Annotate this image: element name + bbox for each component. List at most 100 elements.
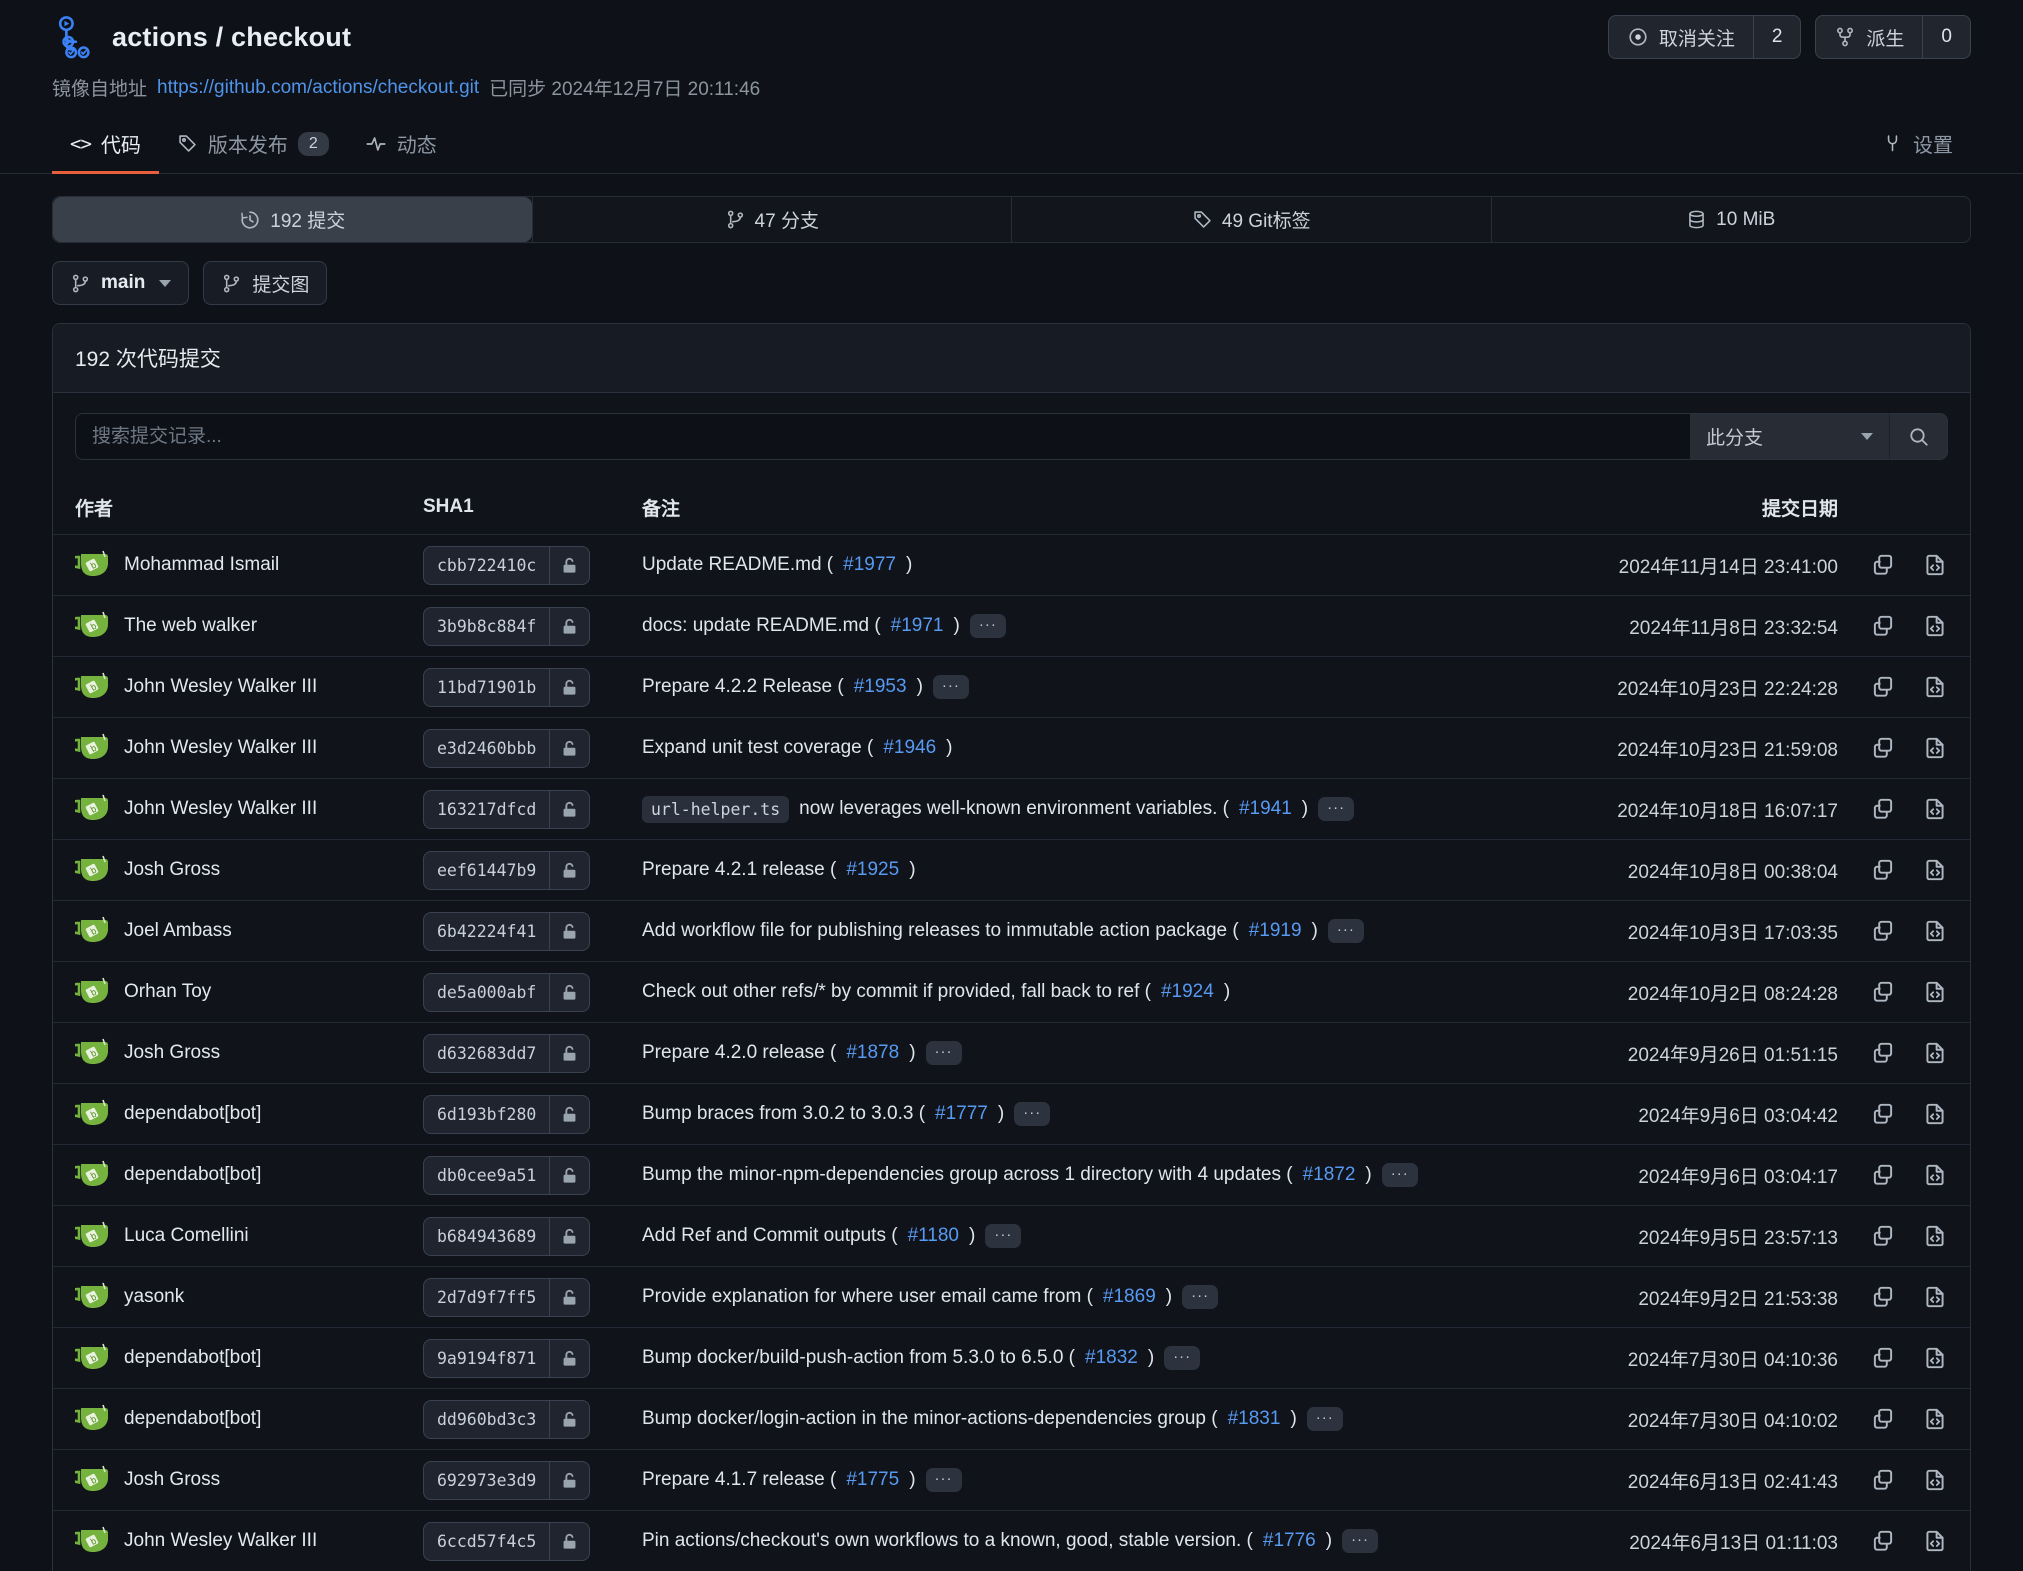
copy-sha-button[interactable]: [1870, 613, 1896, 639]
commit-author[interactable]: Mohammad Ismail: [124, 554, 279, 576]
pr-link[interactable]: #1946: [883, 737, 936, 759]
commit-sha[interactable]: 6ccd57f4c5: [424, 1523, 549, 1560]
copy-sha-button[interactable]: [1870, 979, 1896, 1005]
commit-sha[interactable]: 163217dfcd: [424, 791, 549, 828]
expand-message-button[interactable]: ···: [1182, 1285, 1218, 1309]
expand-message-button[interactable]: ···: [926, 1468, 962, 1492]
copy-sha-button[interactable]: [1870, 735, 1896, 761]
commit-author[interactable]: dependabot[bot]: [124, 1347, 261, 1369]
view-file-at-commit-button[interactable]: [1922, 1406, 1948, 1432]
tab-code[interactable]: <> 代码: [52, 115, 159, 173]
commit-sha-badge[interactable]: 3b9b8c884f: [423, 607, 590, 646]
pr-link[interactable]: #1872: [1303, 1164, 1356, 1186]
unwatch-button[interactable]: 取消关注 2: [1608, 15, 1802, 59]
commit-sha[interactable]: 6d193bf280: [424, 1096, 549, 1133]
commit-sha[interactable]: dd960bd3c3: [424, 1401, 549, 1438]
commit-sha[interactable]: 11bd71901b: [424, 669, 549, 706]
copy-sha-button[interactable]: [1870, 1162, 1896, 1188]
copy-sha-button[interactable]: [1870, 1040, 1896, 1066]
fork-count[interactable]: 0: [1922, 16, 1970, 58]
commit-sha-badge[interactable]: 11bd71901b: [423, 668, 590, 707]
expand-message-button[interactable]: ···: [926, 1041, 962, 1065]
commit-sha-badge[interactable]: cbb722410c: [423, 546, 590, 585]
view-file-at-commit-button[interactable]: [1922, 1345, 1948, 1371]
branch-scope-select[interactable]: 此分支: [1690, 413, 1890, 460]
commit-sha-badge[interactable]: 6ccd57f4c5: [423, 1522, 590, 1561]
pr-link[interactable]: #1775: [846, 1469, 899, 1491]
expand-message-button[interactable]: ···: [1307, 1407, 1343, 1431]
copy-sha-button[interactable]: [1870, 1101, 1896, 1127]
view-file-at-commit-button[interactable]: [1922, 1223, 1948, 1249]
commit-sha-badge[interactable]: e3d2460bbb: [423, 729, 590, 768]
commit-author[interactable]: Josh Gross: [124, 1469, 220, 1491]
commit-sha-badge[interactable]: 2d7d9f7ff5: [423, 1278, 590, 1317]
copy-sha-button[interactable]: [1870, 674, 1896, 700]
commit-sha[interactable]: b684943689: [424, 1218, 549, 1255]
commit-sha-badge[interactable]: eef61447b9: [423, 851, 590, 890]
copy-sha-button[interactable]: [1870, 1467, 1896, 1493]
commit-author[interactable]: Orhan Toy: [124, 981, 211, 1003]
commit-sha[interactable]: 9a9194f871: [424, 1340, 549, 1377]
commit-sha[interactable]: de5a000abf: [424, 974, 549, 1011]
commit-author[interactable]: Josh Gross: [124, 1042, 220, 1064]
tab-activity[interactable]: 动态: [347, 115, 455, 173]
expand-message-button[interactable]: ···: [1318, 797, 1354, 821]
pr-link[interactable]: #1831: [1228, 1408, 1281, 1430]
expand-message-button[interactable]: ···: [1014, 1102, 1050, 1126]
copy-sha-button[interactable]: [1870, 796, 1896, 822]
view-file-at-commit-button[interactable]: [1922, 735, 1948, 761]
commit-author[interactable]: Josh Gross: [124, 859, 220, 881]
commit-author[interactable]: yasonk: [124, 1286, 184, 1308]
expand-message-button[interactable]: ···: [1342, 1529, 1378, 1553]
stat-size[interactable]: 10 MiB: [1491, 197, 1971, 242]
view-file-at-commit-button[interactable]: [1922, 918, 1948, 944]
commit-sha[interactable]: eef61447b9: [424, 852, 549, 889]
pr-link[interactable]: #1776: [1263, 1530, 1316, 1552]
stat-branches[interactable]: 47 分支: [532, 197, 1012, 242]
pr-link[interactable]: #1869: [1103, 1286, 1156, 1308]
commit-sha-badge[interactable]: d632683dd7: [423, 1034, 590, 1073]
commit-sha[interactable]: 3b9b8c884f: [424, 608, 549, 645]
commit-graph-button[interactable]: 提交图: [203, 261, 327, 305]
tab-releases[interactable]: 版本发布 2: [159, 115, 347, 173]
copy-sha-button[interactable]: [1870, 918, 1896, 944]
pr-link[interactable]: #1180: [908, 1225, 959, 1247]
view-file-at-commit-button[interactable]: [1922, 1528, 1948, 1554]
view-file-at-commit-button[interactable]: [1922, 674, 1948, 700]
pr-link[interactable]: #1832: [1085, 1347, 1138, 1369]
expand-message-button[interactable]: ···: [985, 1224, 1021, 1248]
view-file-at-commit-button[interactable]: [1922, 1284, 1948, 1310]
commit-author[interactable]: John Wesley Walker III: [124, 1530, 317, 1552]
view-file-at-commit-button[interactable]: [1922, 1467, 1948, 1493]
view-file-at-commit-button[interactable]: [1922, 613, 1948, 639]
pr-link[interactable]: #1919: [1249, 920, 1302, 942]
tab-settings[interactable]: 设置: [1864, 115, 1971, 173]
search-button[interactable]: [1890, 413, 1948, 460]
commit-sha-badge[interactable]: b684943689: [423, 1217, 590, 1256]
expand-message-button[interactable]: ···: [1382, 1163, 1418, 1187]
commit-sha[interactable]: e3d2460bbb: [424, 730, 549, 767]
copy-sha-button[interactable]: [1870, 1528, 1896, 1554]
fork-button[interactable]: 派生 0: [1815, 15, 1971, 59]
copy-sha-button[interactable]: [1870, 857, 1896, 883]
commit-sha[interactable]: db0cee9a51: [424, 1157, 549, 1194]
copy-sha-button[interactable]: [1870, 1345, 1896, 1371]
commit-sha[interactable]: 692973e3d9: [424, 1462, 549, 1499]
expand-message-button[interactable]: ···: [1328, 919, 1364, 943]
commit-sha-badge[interactable]: 692973e3d9: [423, 1461, 590, 1500]
commit-sha-badge[interactable]: 6b42224f41: [423, 912, 590, 951]
commit-author[interactable]: dependabot[bot]: [124, 1164, 261, 1186]
commit-author[interactable]: John Wesley Walker III: [124, 676, 317, 698]
branch-selector[interactable]: main: [52, 261, 189, 305]
pr-link[interactable]: #1953: [854, 676, 907, 698]
search-input[interactable]: [75, 413, 1690, 460]
commit-sha-badge[interactable]: de5a000abf: [423, 973, 590, 1012]
commit-author[interactable]: dependabot[bot]: [124, 1103, 261, 1125]
view-file-at-commit-button[interactable]: [1922, 796, 1948, 822]
view-file-at-commit-button[interactable]: [1922, 1162, 1948, 1188]
stat-tags[interactable]: 49 Git标签: [1011, 197, 1491, 242]
view-file-at-commit-button[interactable]: [1922, 1101, 1948, 1127]
commit-sha-badge[interactable]: 6d193bf280: [423, 1095, 590, 1134]
commit-author[interactable]: Luca Comellini: [124, 1225, 249, 1247]
commit-sha-badge[interactable]: db0cee9a51: [423, 1156, 590, 1195]
